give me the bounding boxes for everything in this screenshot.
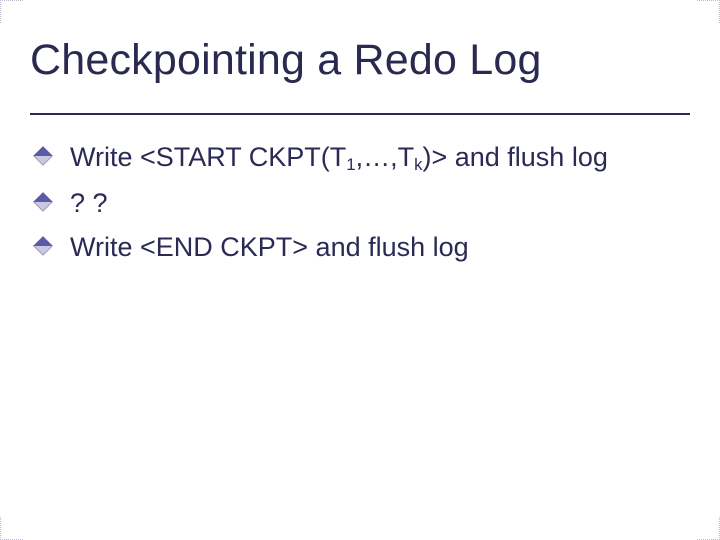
- subscript: 1: [346, 155, 355, 174]
- slide-title: Checkpointing a Redo Log: [30, 36, 690, 85]
- diamond-bullet-icon: [33, 192, 53, 212]
- title-rule: [30, 113, 690, 115]
- text-fragment: ,…,T: [356, 142, 415, 172]
- diamond-bullet-icon: [33, 146, 53, 166]
- text-fragment: Write <START CKPT(T: [70, 142, 346, 172]
- text-fragment: )> and flush log: [422, 142, 607, 172]
- bullet-text: ? ?: [70, 188, 108, 218]
- slide-container: Checkpointing a Redo Log Write <START CK…: [0, 0, 720, 540]
- diamond-bullet-icon: [33, 236, 53, 256]
- bullet-text: Write <END CKPT> and flush log: [70, 232, 469, 262]
- bullet-item: Write <END CKPT> and flush log: [66, 229, 690, 265]
- bullet-item: ? ?: [66, 185, 690, 221]
- bullet-item: Write <START CKPT(T1,…,Tk)> and flush lo…: [66, 139, 690, 177]
- slide-body: Write <START CKPT(T1,…,Tk)> and flush lo…: [30, 139, 690, 266]
- bullet-text: Write <START CKPT(T1,…,Tk)> and flush lo…: [70, 142, 608, 172]
